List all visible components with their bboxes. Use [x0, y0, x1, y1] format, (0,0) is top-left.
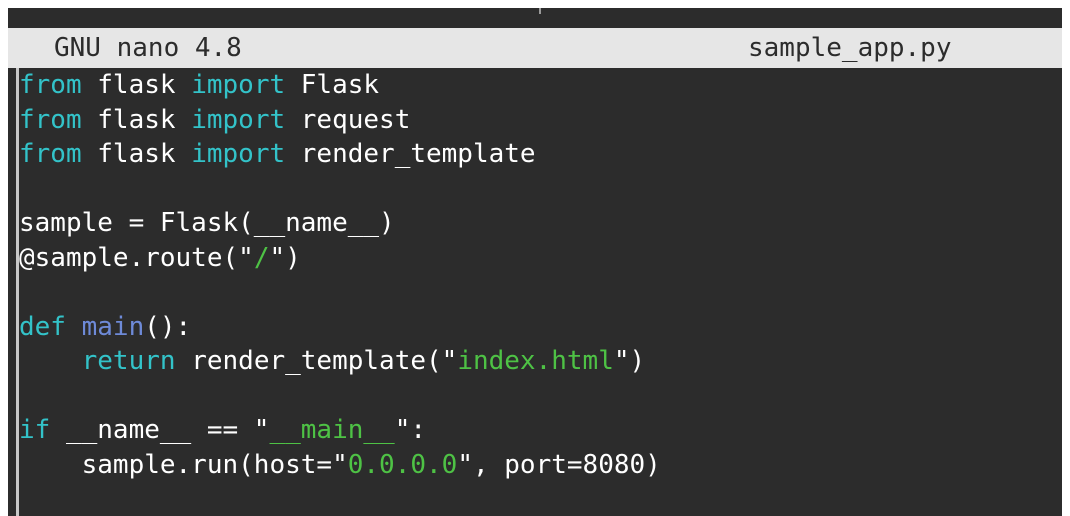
code-text: ():: [144, 311, 192, 342]
code-text: "): [613, 346, 646, 376]
code-text: flask: [81, 70, 192, 100]
keyword-import: import: [191, 139, 286, 169]
code-line-7[interactable]: [19, 275, 1059, 310]
code-line-5[interactable]: sample = Flask(__name__): [19, 206, 1059, 241]
string-literal: index.html: [457, 346, 614, 376]
code-editor[interactable]: from flask import Flask from flask impor…: [19, 68, 1059, 482]
keyword-return: return: [81, 346, 176, 376]
code-line-1[interactable]: from flask import Flask: [19, 68, 1059, 103]
keyword-from: from: [19, 139, 82, 169]
code-line-9[interactable]: return render_template("index.html"): [19, 344, 1059, 379]
code-line-2[interactable]: from flask import request: [19, 103, 1059, 138]
function-name: main: [81, 311, 145, 342]
code-line-4[interactable]: [19, 172, 1059, 207]
terminal-window[interactable]: GNU nano 4.8 sample_app.py from flask im…: [8, 8, 1062, 516]
string-literal: /: [253, 242, 270, 273]
keyword-from: from: [19, 70, 82, 100]
code-text: flask: [81, 104, 192, 135]
code-line-8[interactable]: def main():: [19, 310, 1059, 345]
window-divider: [539, 8, 541, 14]
keyword-if: if: [19, 415, 51, 445]
code-line-3[interactable]: from flask import render_template: [19, 137, 1059, 172]
string-literal: 0.0.0.0: [347, 449, 458, 480]
code-text: Flask: [285, 70, 380, 100]
code-line-12[interactable]: sample.run(host="0.0.0.0", port=8080): [19, 448, 1059, 483]
editor-version-label: GNU nano 4.8: [54, 33, 242, 63]
string-literal: __main__: [269, 415, 395, 445]
code-text: ":: [394, 415, 427, 445]
keyword-import: import: [191, 104, 286, 135]
code-text: ", port=8080): [457, 449, 661, 480]
screenshot-frame: GNU nano 4.8 sample_app.py from flask im…: [0, 0, 1070, 516]
code-text: flask: [81, 139, 192, 169]
code-text: sample.run(host=": [19, 449, 348, 480]
code-text: render_template(": [175, 346, 458, 376]
code-text: __name__ == ": [50, 415, 270, 445]
keyword-def: def: [19, 311, 66, 342]
code-text: request: [285, 104, 411, 135]
code-text: @sample.route(": [19, 242, 254, 273]
code-line-6[interactable]: @sample.route("/"): [19, 241, 1059, 276]
code-line-10[interactable]: [19, 379, 1059, 414]
code-text: sample = Flask(__name__): [19, 208, 395, 238]
filename-label: sample_app.py: [748, 33, 952, 63]
keyword-from: from: [19, 104, 82, 135]
code-text: "): [269, 242, 301, 273]
nano-title-bar: GNU nano 4.8 sample_app.py: [8, 28, 1062, 68]
code-line-11[interactable]: if __name__ == "__main__":: [19, 413, 1059, 448]
keyword-import: import: [191, 70, 286, 100]
code-text: render_template: [285, 139, 536, 169]
